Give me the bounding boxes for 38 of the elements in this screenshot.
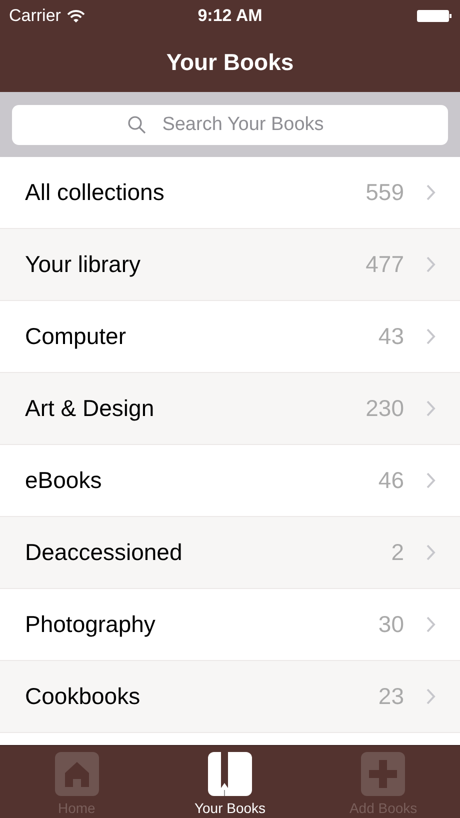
collection-name: Cookbooks [25, 683, 142, 710]
chevron-icon [426, 256, 436, 273]
chevron-icon [426, 688, 436, 705]
home-icon [54, 752, 99, 796]
chevron-icon [426, 544, 436, 561]
chevron-icon [426, 472, 436, 489]
collection-name: Photography [25, 611, 156, 638]
item-count: 46 [378, 467, 404, 494]
clock-time: 9:12 AM [198, 6, 262, 26]
collection-name: Deaccessioned [25, 539, 184, 566]
collection-row[interactable]: Your library 477 [0, 229, 460, 301]
chevron-icon [426, 184, 436, 201]
wifi-icon [66, 10, 85, 22]
collection-name: eBooks [25, 467, 103, 494]
item-count: 559 [366, 179, 404, 206]
collection-row[interactable]: Art & Design 230 [0, 373, 460, 445]
collection-name: All collections [25, 179, 166, 206]
chevron-icon [426, 400, 436, 417]
collection-row[interactable]: Deaccessioned 2 [0, 517, 460, 589]
item-count: 23 [378, 683, 404, 710]
battery-icon [417, 9, 452, 23]
item-count: 230 [366, 395, 404, 422]
screen-title: Your Books [166, 48, 294, 76]
item-count: 43 [378, 323, 404, 350]
item-count: 477 [366, 251, 404, 278]
collection-name: Your library [25, 251, 142, 278]
item-count: 30 [378, 611, 404, 638]
tab-button[interactable]: Your Books [153, 746, 307, 818]
chevron-icon [426, 328, 436, 345]
carrier-label: Carrier [9, 6, 61, 26]
item-count: 2 [391, 539, 404, 566]
plus-icon [361, 752, 406, 796]
collection-name: Art & Design [25, 395, 156, 422]
search-field[interactable]: Search Your Books [12, 104, 448, 144]
book-icon [208, 752, 252, 796]
collection-name: Computer [25, 323, 127, 350]
chevron-icon [426, 616, 436, 633]
collection-row[interactable]: Cookbooks 23 [0, 661, 460, 733]
